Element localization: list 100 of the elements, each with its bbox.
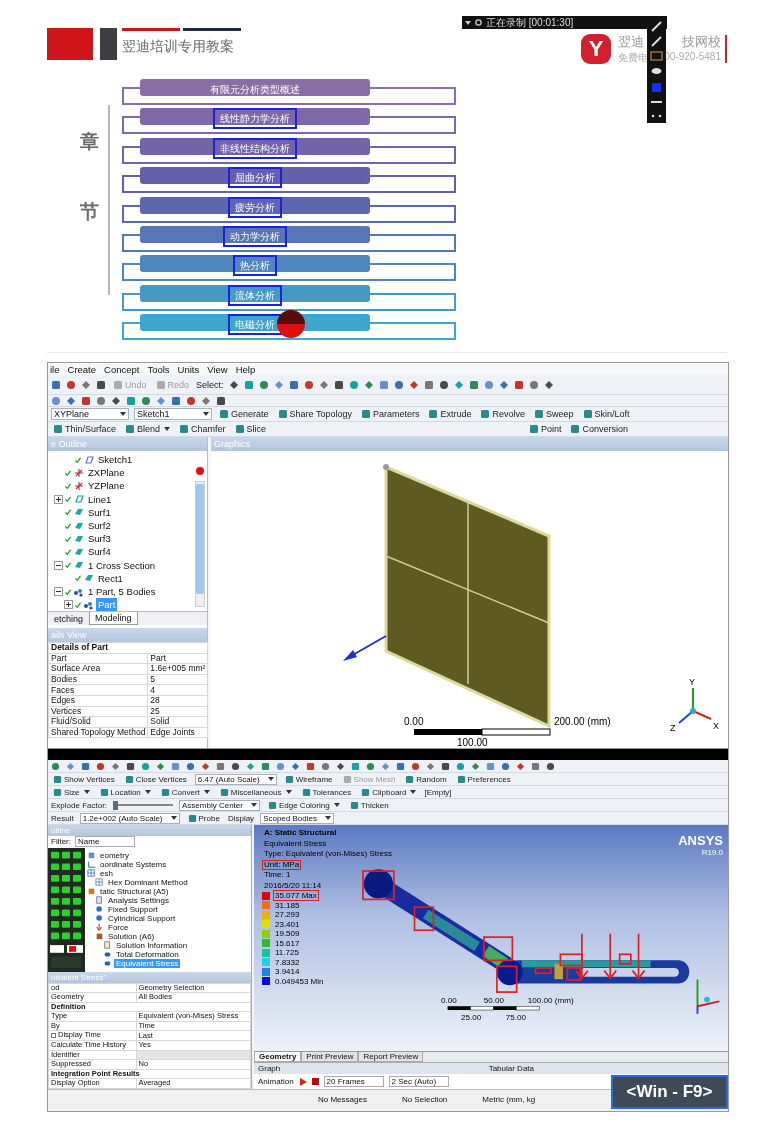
chapter-bar[interactable]: 有限元分析类型概述	[140, 79, 370, 96]
toolbar-button[interactable]: Extrude	[426, 409, 474, 419]
tree-item[interactable]: Solution (A6)	[106, 931, 157, 941]
shortcut-overlay: <Win - F9>	[611, 1075, 728, 1109]
chapter-label: 线性静力学分析	[213, 108, 297, 130]
dropdown-field[interactable]: 1.2e+002 (Auto Scale)	[79, 812, 180, 824]
toolbar-button[interactable]: Generate	[217, 409, 271, 419]
tab[interactable]: Modeling	[89, 612, 138, 625]
tree-item[interactable]: eometry	[98, 850, 131, 860]
tree-item[interactable]: Analysis Settings	[106, 895, 171, 905]
tree-item[interactable]: Surf2	[86, 519, 113, 533]
toolbar-button[interactable]: Conversion	[568, 424, 630, 434]
toolbar-button[interactable]: Edge Coloring	[265, 800, 342, 810]
toolbar-button[interactable]: Miscellaneous	[217, 787, 294, 797]
tree-item[interactable]: ZXPlane	[86, 466, 127, 480]
property-name: Fluid/Solid	[48, 716, 148, 728]
toolbar-button[interactable]: Location	[97, 787, 153, 797]
tree-item[interactable]: Rect1	[96, 571, 125, 586]
duration-field[interactable]: 2 Sec (Auto)	[388, 1076, 449, 1087]
toolbar-button[interactable]: Wireframe	[282, 774, 335, 784]
tree-item[interactable]: Surf4	[86, 545, 113, 559]
menu-item[interactable]: Units	[177, 363, 200, 375]
toolbar-button[interactable]: Random	[403, 774, 449, 784]
dropdown-field[interactable]: 6.47 (Auto Scale)	[194, 773, 277, 785]
toolbar-button[interactable]: Thin/Surface	[51, 424, 119, 434]
dropdown-field[interactable]: Sketch1	[134, 408, 212, 420]
tab[interactable]: etching	[48, 612, 90, 625]
logo-mark: Y	[581, 34, 611, 64]
tree-item[interactable]: Surf3	[86, 532, 113, 546]
tree-item[interactable]: 1 Cross Section	[86, 558, 158, 572]
menu-item[interactable]: Tools	[147, 363, 170, 375]
result-info: 2016/5/20 11:14	[263, 880, 323, 891]
toolbar-button[interactable]: Tolerances	[299, 787, 354, 797]
tree-item[interactable]: Surf1	[86, 505, 113, 519]
menu-item[interactable]: Help	[235, 363, 256, 375]
frames-field[interactable]: 20 Frames	[323, 1076, 384, 1087]
legend-value: 31.185	[274, 899, 301, 911]
tree-item[interactable]: YZPlane	[86, 479, 127, 493]
dropdown-field[interactable]: Assembly Center	[179, 799, 260, 811]
panel-title: e Outline	[48, 437, 207, 451]
menu-item[interactable]: Concept	[104, 363, 140, 375]
toolbar-label: Result	[51, 813, 74, 823]
toolbar-button[interactable]: Share Topology	[275, 409, 354, 419]
toolbar-button[interactable]: Probe	[185, 813, 222, 823]
result-info: Unit: MPa	[262, 859, 302, 870]
dropdown-field[interactable]: XYPlane	[51, 408, 129, 420]
toolbar-button[interactable]: Thicken	[347, 800, 391, 810]
toolbar-button[interactable]: Close Vertices	[122, 774, 189, 784]
axis-label: Y	[689, 677, 695, 687]
toolbar-button[interactable]: Size	[51, 787, 92, 797]
toolbar-button[interactable]: Chamfer	[177, 424, 228, 434]
toolbar-button[interactable]: Slice	[232, 424, 269, 434]
menu-item[interactable]: ile	[50, 363, 60, 375]
toolbar-label: Select:	[196, 379, 224, 390]
legend-value: 19.509	[274, 928, 301, 940]
property-name: Faces	[48, 684, 148, 696]
chapter-label: 流体分析	[228, 284, 282, 306]
toolbar-button[interactable]: Revolve	[478, 409, 527, 419]
tree-item[interactable]: oordinate Systems	[98, 859, 169, 869]
chapter-bar[interactable]: 热分析	[140, 255, 370, 273]
toolbar-button[interactable]: Show Vertices	[51, 774, 117, 784]
property-name: Bodies	[48, 674, 148, 685]
tree-item[interactable]: Sketch1	[96, 453, 135, 467]
legend-value: 0.049453 Min	[274, 975, 325, 987]
toolbar-button[interactable]: Convert	[158, 787, 212, 797]
tree-item[interactable]: Total Deformation	[114, 949, 181, 959]
menu-item[interactable]: Create	[67, 363, 97, 375]
axis-label: Z	[670, 723, 676, 733]
panel-title: uivalent Stress"	[48, 971, 251, 983]
tree-item[interactable]: Force	[106, 922, 131, 932]
toolbar-button[interactable]: Sweep	[532, 409, 576, 419]
status-text: No Messages	[318, 1095, 367, 1104]
toolbar-button[interactable]: Skin/Loft	[580, 409, 632, 419]
tree-item[interactable]: Hex Dominant Method	[106, 877, 190, 887]
toolbar-button[interactable]: Blend	[123, 424, 173, 434]
dropdown-field[interactable]: Scoped Bodies	[260, 812, 334, 824]
tree-item[interactable]: Fixed Support	[106, 904, 160, 914]
tree-item[interactable]: Solution Information	[114, 940, 190, 950]
legend-value: 23.401	[274, 918, 301, 930]
tree-item[interactable]: esh	[98, 868, 115, 878]
property-name: Shared Topology Method	[48, 727, 148, 738]
menu-item[interactable]: View	[207, 363, 228, 375]
chapter-bar[interactable]: 线性静力学分析	[140, 108, 370, 126]
chapter-label: 热分析	[233, 255, 277, 277]
tree-item[interactable]: tatic Structural (A5)	[98, 886, 171, 896]
result-info: Time: 1	[263, 870, 292, 881]
toolbar-button[interactable]: Clipboard	[359, 787, 419, 797]
filter-label: Filter:	[51, 837, 71, 847]
result-info: A: Static Structural	[263, 828, 338, 839]
filter-field[interactable]: Name	[75, 836, 135, 848]
tree-item[interactable]: Line1	[86, 492, 114, 506]
tree-item[interactable]: Cylindrical Support	[106, 913, 178, 923]
legend-value: 11.725	[274, 947, 300, 959]
chapter-bar[interactable]: 屈曲分析	[140, 167, 370, 185]
toolbar-button[interactable]: Point	[526, 424, 564, 434]
tree-item[interactable]: 1 Part, 5 Bodies	[86, 585, 158, 599]
property-value: 5	[147, 674, 208, 685]
toolbar-button[interactable]: Parameters	[358, 409, 422, 419]
toolbar-button[interactable]: Preferences	[454, 774, 513, 784]
legend-value: 35.077 Max	[273, 890, 319, 902]
